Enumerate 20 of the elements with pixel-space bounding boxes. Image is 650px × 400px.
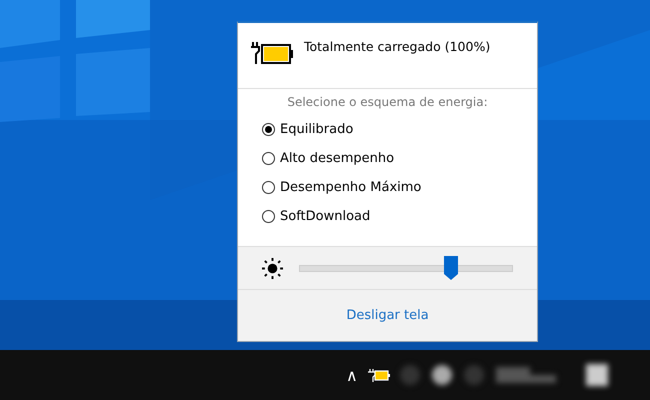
show-hidden-icons-button[interactable]: ∧	[346, 366, 358, 385]
battery-status: Totalmente carregado (100%)	[304, 39, 490, 54]
power-plan-option[interactable]: SoftDownload	[262, 202, 370, 231]
slider-thumb[interactable]	[444, 256, 458, 280]
battery-charging-icon	[250, 40, 294, 66]
blurred-icon[interactable]	[432, 365, 452, 386]
brightness-icon	[262, 258, 283, 278]
power-plan-option[interactable]: Equilibrado	[262, 115, 354, 144]
turn-off-display-link[interactable]: Desligar tela	[346, 308, 429, 323]
radio-button[interactable]	[262, 152, 275, 165]
plans-heading: Selecione o esquema de energia:	[287, 95, 488, 109]
radio-button[interactable]	[262, 181, 275, 194]
battery-charging-icon[interactable]	[368, 368, 390, 382]
brightness-slider[interactable]	[299, 256, 513, 280]
radio-button[interactable]	[262, 210, 275, 223]
power-plan-option[interactable]: Desempenho Máximo	[262, 173, 422, 202]
blurred-icon[interactable]	[586, 364, 608, 386]
blurred-clock[interactable]	[496, 367, 556, 384]
power-plan-option[interactable]: Alto desempenho	[262, 144, 394, 173]
radio-button[interactable]	[262, 123, 275, 136]
